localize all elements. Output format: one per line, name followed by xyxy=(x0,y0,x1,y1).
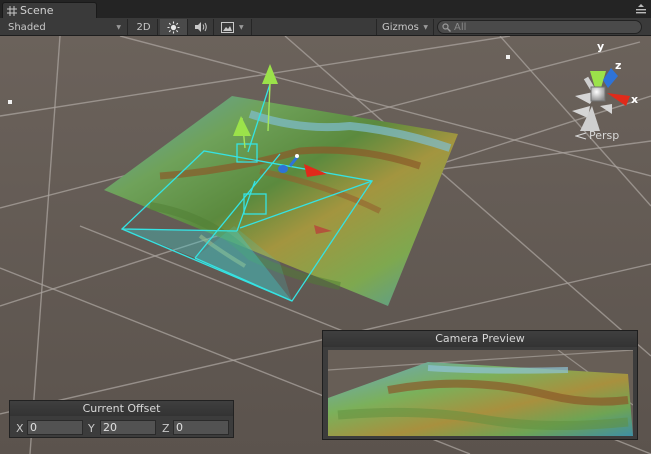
shading-mode-dropdown[interactable]: Shaded ▼ xyxy=(0,19,128,35)
perspective-icon xyxy=(575,131,587,140)
image-icon xyxy=(221,21,234,33)
tab-scene[interactable]: Scene xyxy=(2,2,97,18)
tab-scene-label: Scene xyxy=(20,4,54,17)
offset-y-label: Y xyxy=(88,422,95,435)
camera-preview-viewport xyxy=(328,350,633,436)
gizmos-dropdown[interactable]: Gizmos ▼ xyxy=(376,19,434,35)
grid-marker xyxy=(8,100,12,104)
projection-label: Persp xyxy=(589,129,620,142)
chevron-down-icon: ▼ xyxy=(239,23,244,31)
speaker-icon xyxy=(194,22,207,32)
offset-x-field[interactable] xyxy=(27,420,83,435)
chevron-down-icon: ▼ xyxy=(116,23,121,31)
gizmo-axis-z-label: z xyxy=(615,59,621,72)
grid-marker xyxy=(506,55,510,59)
gizmo-axis-x-label: x xyxy=(631,93,638,106)
search-icon xyxy=(442,22,451,32)
z-axis-handle xyxy=(278,165,288,173)
offset-y-field[interactable] xyxy=(100,420,156,435)
2d-mode-toggle[interactable]: 2D xyxy=(130,19,158,35)
camera-preview-title: Camera Preview xyxy=(323,331,637,347)
offset-z-field[interactable] xyxy=(173,420,229,435)
projection-toggle[interactable]: Persp xyxy=(575,129,619,142)
camera-preview-render xyxy=(328,350,633,436)
camera-preview-panel: Camera Preview xyxy=(322,330,638,440)
gizmos-label: Gizmos xyxy=(382,21,419,33)
shading-mode-label: Shaded xyxy=(8,21,46,33)
2d-mode-label: 2D xyxy=(136,21,151,33)
hierarchy-search[interactable] xyxy=(437,20,642,34)
search-input[interactable] xyxy=(454,21,634,33)
offset-fields: X Y Z xyxy=(10,420,233,436)
current-offset-title: Current Offset xyxy=(10,401,233,416)
gizmo-axis-y-label: y xyxy=(597,40,604,53)
tab-bar: Scene xyxy=(0,0,651,18)
panel-menu-icon[interactable] xyxy=(633,3,647,15)
offset-x-label: X xyxy=(16,422,24,435)
chevron-down-icon: ▼ xyxy=(423,23,428,31)
sun-icon xyxy=(167,21,180,33)
offset-z-label: Z xyxy=(162,422,170,435)
scene-effects-dropdown[interactable]: ▼ xyxy=(216,19,252,35)
scene-grid-icon xyxy=(7,5,17,16)
scene-viewport[interactable]: y z x Persp Current Offset X Y Z Camera … xyxy=(0,36,651,454)
scene-toolbar: Shaded ▼ 2D ▼ Gizmos ▼ xyxy=(0,18,651,36)
current-offset-panel: Current Offset X Y Z xyxy=(9,400,234,438)
scene-lighting-toggle[interactable] xyxy=(160,19,188,35)
scene-audio-toggle[interactable] xyxy=(188,19,214,35)
